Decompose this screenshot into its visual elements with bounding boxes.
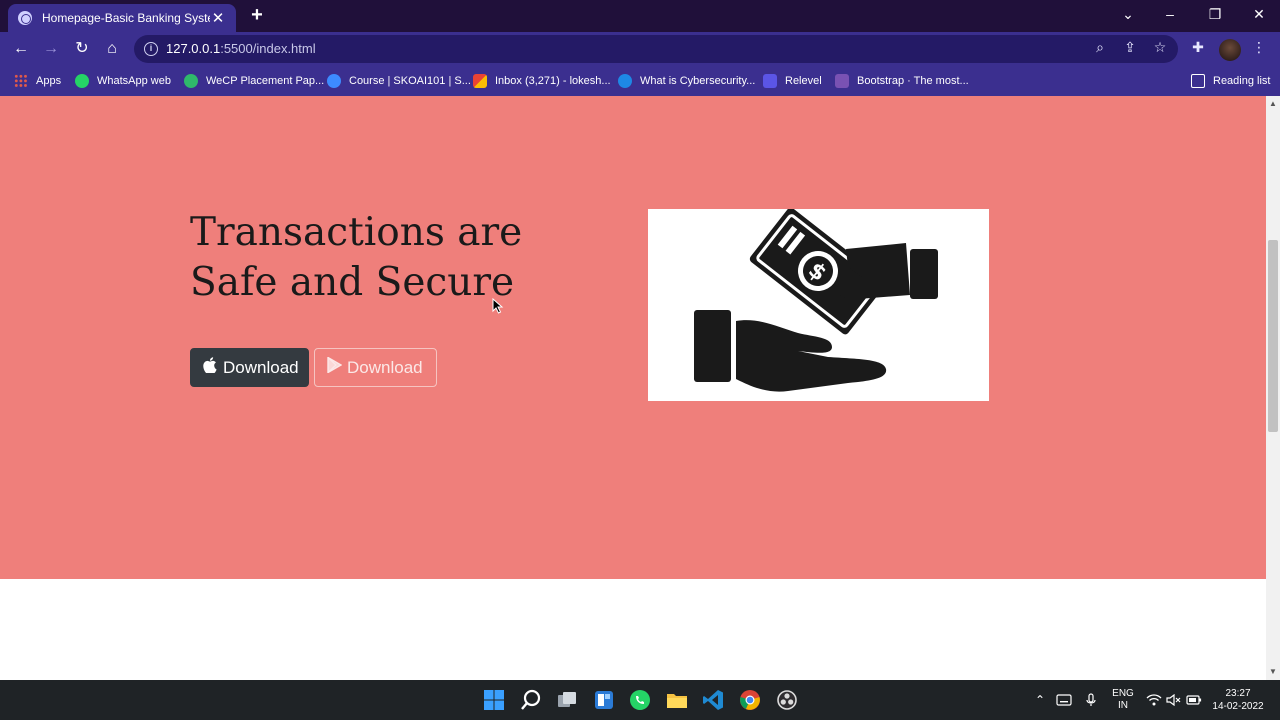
minimize-button[interactable]: – <box>1155 3 1185 25</box>
bookmark-whatsapp[interactable]: WhatsApp web <box>75 72 171 90</box>
hero-section: Transactions are Safe and Secure Downloa… <box>0 96 1266 579</box>
language-indicator[interactable]: ENG IN <box>1108 680 1138 720</box>
browser-title-bar: Homepage-Basic Banking System ✕ + ⌄ – ❐ … <box>0 0 1280 32</box>
tab-title: Homepage-Basic Banking System <box>42 11 210 25</box>
language-code: ENG <box>1112 688 1134 699</box>
reading-list-button[interactable]: Reading list <box>1191 72 1270 90</box>
page-viewport: Transactions are Safe and Secure Downloa… <box>0 96 1266 680</box>
site-info-icon[interactable]: i <box>144 42 158 56</box>
gmail-icon <box>473 74 487 88</box>
widgets-icon[interactable] <box>592 688 616 712</box>
money-handover-illustration: $ <box>648 207 989 401</box>
scroll-down-arrow-icon[interactable]: ▼ <box>1268 667 1278 677</box>
tab-search-button[interactable]: ⌄ <box>1113 3 1143 25</box>
bookmark-star-icon[interactable]: ☆ <box>1152 39 1168 55</box>
home-icon[interactable]: ⌂ <box>101 38 123 60</box>
browser-tab[interactable]: Homepage-Basic Banking System ✕ <box>8 4 236 32</box>
microphone-icon[interactable] <box>1083 680 1099 720</box>
mouse-cursor-icon <box>492 298 504 314</box>
apps-grid-icon <box>14 74 28 88</box>
edge-icon <box>618 74 632 88</box>
bookmark-label: Course | SKOAI101 | S... <box>349 75 471 87</box>
bookmark-label: WeCP Placement Pap... <box>206 75 325 87</box>
reload-icon[interactable]: ↻ <box>71 38 93 60</box>
menu-kebab-icon[interactable]: ⋮ <box>1251 39 1267 55</box>
address-bar[interactable]: i 127.0.0.1:5500/index.html <box>134 35 1178 63</box>
bookmark-label: Bootstrap · The most... <box>857 75 969 87</box>
google-play-icon <box>327 356 343 378</box>
reading-list-icon <box>1191 74 1205 88</box>
bookmark-label: Relevel <box>785 75 822 87</box>
close-tab-icon[interactable]: ✕ <box>210 9 226 27</box>
zoom-icon[interactable]: ⌕ <box>1092 39 1108 55</box>
whatsapp-icon <box>75 74 89 88</box>
restore-button[interactable]: ❐ <box>1200 3 1230 25</box>
volume-muted-icon[interactable] <box>1165 680 1183 720</box>
language-region: IN <box>1118 700 1128 711</box>
profile-avatar[interactable] <box>1219 39 1241 61</box>
task-view-icon[interactable] <box>555 688 579 712</box>
scrollbar-thumb[interactable] <box>1268 240 1278 432</box>
hero-heading: Transactions are Safe and Secure <box>190 210 523 305</box>
wecp-icon <box>184 74 198 88</box>
bookmark-bootstrap[interactable]: Bootstrap · The most... <box>835 72 969 90</box>
bookmark-relevel[interactable]: Relevel <box>763 72 822 90</box>
share-icon[interactable]: ⇪ <box>1122 39 1138 55</box>
page-scrollbar[interactable]: ▲ ▼ <box>1266 96 1280 680</box>
close-window-button[interactable]: ✕ <box>1244 3 1274 25</box>
file-explorer-icon[interactable] <box>665 688 689 712</box>
windows-taskbar: ⌃ ENG IN 23:27 14-02-2022 <box>0 680 1280 720</box>
keyboard-icon[interactable] <box>1055 680 1073 720</box>
browser-toolbar: ← → ↻ ⌂ i 127.0.0.1:5500/index.html ⌕ ⇪ … <box>0 32 1280 66</box>
wifi-icon[interactable] <box>1145 680 1163 720</box>
apple-icon <box>203 357 217 378</box>
bookmark-cybersecurity[interactable]: What is Cybersecurity... <box>618 72 755 90</box>
bookmark-course[interactable]: Course | SKOAI101 | S... <box>327 72 471 90</box>
new-tab-button[interactable]: + <box>246 4 268 26</box>
apple-download-label: Download <box>223 357 299 377</box>
clock[interactable]: 23:27 14-02-2022 <box>1209 680 1267 720</box>
whatsapp-icon[interactable] <box>628 688 652 712</box>
bookmark-label: Apps <box>36 75 62 87</box>
bookmarks-bar: Apps WhatsApp web WeCP Placement Pap... … <box>0 66 1280 96</box>
play-store-download-button[interactable]: Download <box>314 348 437 387</box>
relevel-icon <box>763 74 777 88</box>
bookmark-label: WhatsApp web <box>97 75 171 87</box>
reading-list-label: Reading list <box>1213 75 1271 87</box>
show-hidden-icons-chevron-icon[interactable]: ⌃ <box>1032 680 1048 720</box>
chrome-icon[interactable] <box>738 688 762 712</box>
windows-start-icon[interactable] <box>482 688 506 712</box>
bookmark-inbox[interactable]: Inbox (3,271) - lokesh... <box>473 72 611 90</box>
bookmark-label: What is Cybersecurity... <box>640 75 756 87</box>
url-host: 127.0.0.1 <box>166 41 221 56</box>
play-download-label: Download <box>347 357 423 377</box>
bookmark-wecp[interactable]: WeCP Placement Pap... <box>184 72 324 90</box>
search-icon[interactable] <box>519 688 543 712</box>
bookmark-label: Inbox (3,271) - lokesh... <box>495 75 611 87</box>
course-icon <box>327 74 341 88</box>
scroll-up-arrow-icon[interactable]: ▲ <box>1268 99 1278 109</box>
url-path: :5500/index.html <box>220 41 316 56</box>
clock-date: 14-02-2022 <box>1212 701 1264 712</box>
battery-icon[interactable] <box>1185 680 1203 720</box>
vscode-icon[interactable] <box>701 688 725 712</box>
back-arrow-icon[interactable]: ← <box>10 38 32 60</box>
bookmark-apps[interactable]: Apps <box>14 72 61 90</box>
globe-icon <box>18 11 32 25</box>
extensions-icon[interactable]: ✚ <box>1190 39 1206 55</box>
obs-icon[interactable] <box>775 688 799 712</box>
clock-time: 23:27 <box>1225 688 1251 699</box>
bootstrap-icon <box>835 74 849 88</box>
forward-arrow-icon[interactable]: → <box>40 38 62 60</box>
apple-download-button[interactable]: Download <box>190 348 309 387</box>
